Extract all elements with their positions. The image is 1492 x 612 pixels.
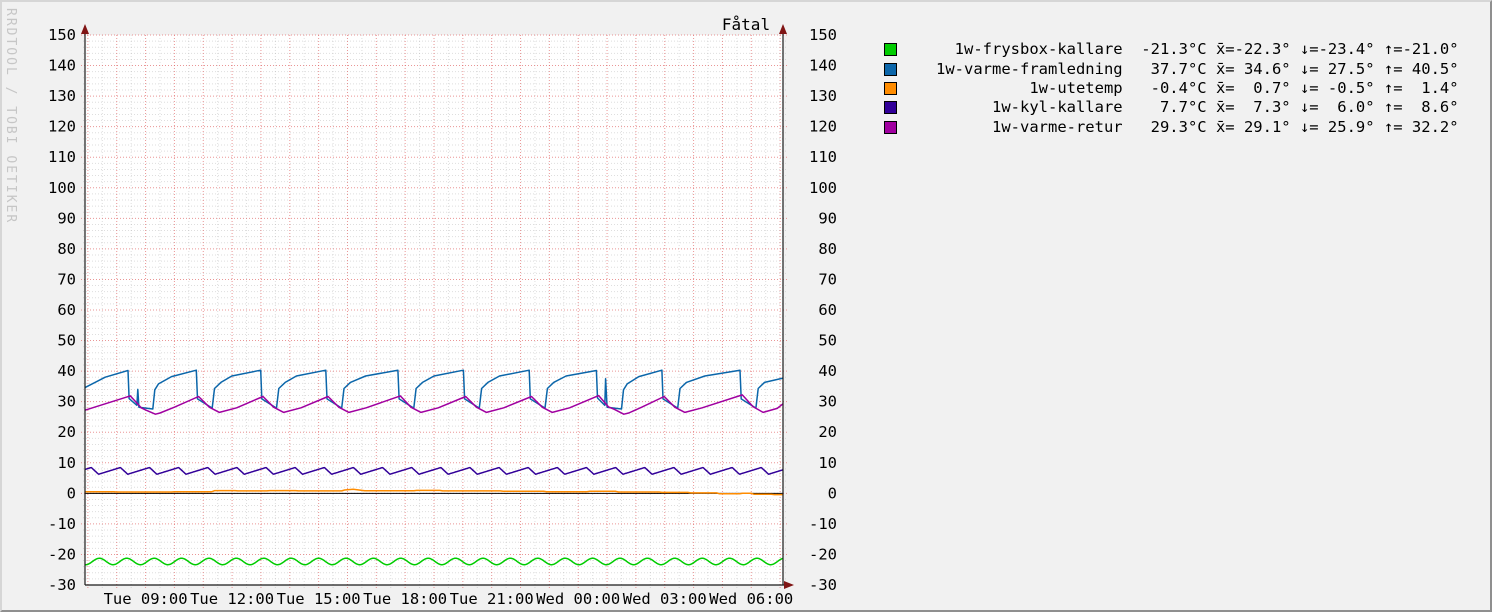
y-tick-label-left: 50 xyxy=(57,332,76,350)
y-tick-label-right: 30 xyxy=(818,393,837,411)
x-tick-label: Tue 15:00 xyxy=(277,590,361,608)
x-tick-label: Wed 06:00 xyxy=(709,590,793,608)
x-axis-arrow xyxy=(784,581,794,589)
y-tick-label-left: 40 xyxy=(57,362,76,380)
y-tick-label-left: 110 xyxy=(48,148,76,166)
legend-entry-text: 1w-utetemp -0.4°C x̄= 0.7° ↓= -0.5° ↑= 1… xyxy=(936,79,1459,98)
y-tick-label-left: 100 xyxy=(48,179,76,197)
legend-row: 1w-kyl-kallare 7.7°C x̄= 7.3° ↓= 6.0° ↑=… xyxy=(884,98,1459,117)
legend-color-swatch xyxy=(884,43,897,56)
legend-entry-text: 1w-kyl-kallare 7.7°C x̄= 7.3° ↓= 6.0° ↑=… xyxy=(936,98,1459,117)
y-tick-label-left: 30 xyxy=(57,393,76,411)
chart-legend: 1w-frysbox-kallare -21.3°C x̄=-22.3° ↓=-… xyxy=(884,40,1459,137)
chart-title: Fåtal xyxy=(2,15,1490,34)
y-tick-label-right: 10 xyxy=(818,454,837,472)
x-tick-label: Wed 03:00 xyxy=(623,590,707,608)
y-tick-label-left: 0 xyxy=(67,484,76,502)
y-tick-label-right: 140 xyxy=(809,57,837,75)
y-tick-label-right: 20 xyxy=(818,423,837,441)
legend-entry-text: 1w-frysbox-kallare -21.3°C x̄=-22.3° ↓=-… xyxy=(936,40,1459,59)
y-tick-label-left: 130 xyxy=(48,87,76,105)
legend-row: 1w-utetemp -0.4°C x̄= 0.7° ↓= -0.5° ↑= 1… xyxy=(884,79,1459,98)
x-tick-label: Wed 00:00 xyxy=(536,590,620,608)
rrdtool-watermark: RRDTOOL / TOBI OETIKER xyxy=(3,8,18,224)
y-tick-label-right: -30 xyxy=(809,576,837,594)
y-tick-label-left: -30 xyxy=(48,576,76,594)
x-tick-label: Tue 09:00 xyxy=(104,590,188,608)
y-tick-label-left: 60 xyxy=(57,301,76,319)
y-tick-label-right: 130 xyxy=(809,87,837,105)
legend-color-swatch xyxy=(884,82,897,95)
y-tick-label-right: -10 xyxy=(809,515,837,533)
y-tick-label-right: 110 xyxy=(809,148,837,166)
y-tick-label-left: 20 xyxy=(57,423,76,441)
y-tick-label-right: 100 xyxy=(809,179,837,197)
legend-entry-text: 1w-varme-framledning 37.7°C x̄= 34.6° ↓=… xyxy=(936,60,1459,79)
y-tick-label-left: 10 xyxy=(57,454,76,472)
y-tick-label-right: 80 xyxy=(818,240,837,258)
x-tick-label: Tue 21:00 xyxy=(450,590,534,608)
y-tick-label-left: 140 xyxy=(48,57,76,75)
y-tick-label-right: 40 xyxy=(818,362,837,380)
x-tick-label: Tue 18:00 xyxy=(363,590,447,608)
legend-entry-text: 1w-varme-retur 29.3°C x̄= 29.1° ↓= 25.9°… xyxy=(936,118,1459,137)
y-tick-label-left: -20 xyxy=(48,545,76,563)
y-tick-label-left: 90 xyxy=(57,209,76,227)
y-tick-label-right: -20 xyxy=(809,545,837,563)
y-tick-label-left: 120 xyxy=(48,118,76,136)
legend-row: 1w-varme-retur 29.3°C x̄= 29.1° ↓= 25.9°… xyxy=(884,118,1459,137)
y-tick-label-left: -10 xyxy=(48,515,76,533)
y-tick-label-right: 120 xyxy=(809,118,837,136)
rrdtool-graph: 1501501401401301301201201101101001009090… xyxy=(0,0,1492,612)
y-tick-label-right: 70 xyxy=(818,270,837,288)
y-tick-label-right: 50 xyxy=(818,332,837,350)
x-tick-label: Tue 12:00 xyxy=(190,590,274,608)
legend-color-swatch xyxy=(884,121,897,134)
legend-row: 1w-frysbox-kallare -21.3°C x̄=-22.3° ↓=-… xyxy=(884,40,1459,59)
y-tick-label-right: 60 xyxy=(818,301,837,319)
y-tick-label-right: 0 xyxy=(828,484,837,502)
legend-color-swatch xyxy=(884,101,897,114)
y-tick-label-left: 80 xyxy=(57,240,76,258)
legend-row: 1w-varme-framledning 37.7°C x̄= 34.6° ↓=… xyxy=(884,59,1459,78)
y-tick-label-right: 90 xyxy=(818,209,837,227)
legend-color-swatch xyxy=(884,63,897,76)
y-tick-label-left: 70 xyxy=(57,270,76,288)
